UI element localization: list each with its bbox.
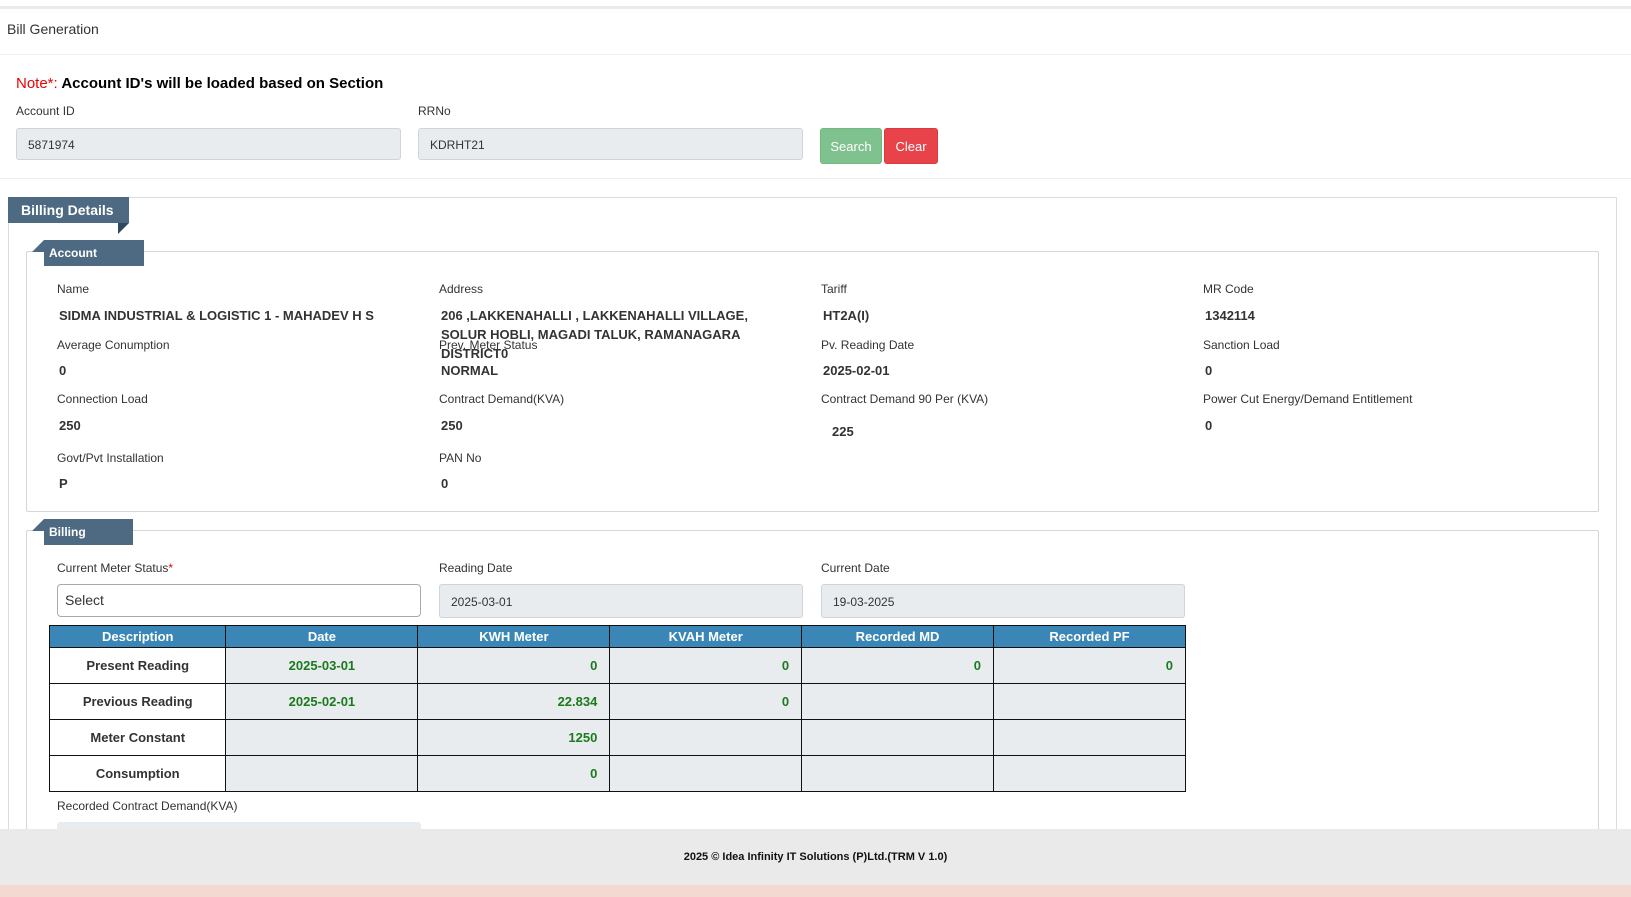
current-date-input[interactable]: 19-03-2025: [821, 584, 1185, 618]
constant-date-cell: [225, 719, 419, 756]
previous-date-cell: 2025-02-01: [225, 683, 419, 720]
page-title: Bill Generation: [7, 21, 99, 37]
page-header: Bill Generation: [0, 9, 1631, 55]
previous-kwh-cell: 22.834: [417, 683, 611, 720]
row-description: Present Reading: [48, 647, 227, 684]
pan-value: 0: [441, 476, 449, 491]
table-header: Recorded PF: [993, 625, 1186, 648]
meter-status-select[interactable]: Select: [57, 584, 421, 617]
table-row: Meter Constant 1250: [48, 719, 1186, 756]
avg-consumption-label: Average Conumption: [57, 338, 170, 352]
prev-meter-status-value: NORMAL: [441, 363, 499, 378]
contract-demand-90-label: Contract Demand 90 Per (KVA): [821, 392, 989, 406]
account-id-input[interactable]: 5871974: [16, 128, 401, 160]
sanction-load-label: Sanction Load: [1203, 338, 1280, 352]
consumption-pf-cell: [993, 755, 1186, 792]
table-header-row: Description Date KWH Meter KVAH Meter Re…: [48, 625, 1186, 648]
reading-date-input[interactable]: 2025-03-01: [439, 584, 803, 618]
name-value: SIDMA INDUSTRIAL & LOGISTIC 1 - MAHADEV …: [59, 308, 374, 323]
meter-status-label-text: Current Meter Status: [57, 561, 169, 575]
billing-details-title: Billing Details: [44, 519, 133, 565]
reading-date-label: Reading Date: [439, 561, 513, 575]
consumption-kvah-cell: [609, 755, 803, 792]
required-marker: *: [168, 561, 174, 575]
row-description: Previous Reading: [48, 683, 227, 720]
tariff-label: Tariff: [821, 282, 847, 296]
clear-button[interactable]: Clear: [884, 128, 938, 164]
present-kvah-cell[interactable]: 0: [609, 647, 803, 684]
present-pf-cell[interactable]: 0: [993, 647, 1186, 684]
current-date-label: Current Date: [821, 561, 890, 575]
billing-panel-title: Billing Details: [8, 197, 129, 223]
prev-meter-status-label: Prev. Meter Status: [439, 338, 538, 352]
avg-consumption-value: 0: [59, 363, 67, 378]
tag-notch: [32, 519, 44, 531]
power-cut-value: 0: [1205, 418, 1213, 433]
govt-pvt-label: Govt/Pvt Installation: [57, 451, 164, 465]
present-kwh-cell[interactable]: 0: [417, 647, 611, 684]
tag-notch: [32, 240, 44, 252]
sanction-load-value: 0: [1205, 363, 1213, 378]
table-header: Date: [225, 625, 419, 648]
consumption-md-cell: [801, 755, 995, 792]
previous-md-cell: [801, 683, 995, 720]
account-details-title: Account Details: [44, 240, 144, 286]
previous-kvah-cell: 0: [609, 683, 803, 720]
top-border: [0, 0, 1631, 9]
present-date-cell[interactable]: 2025-03-01: [225, 647, 419, 684]
ribbon-fold: [118, 223, 129, 234]
address-value: 206 ,LAKKENAHALLI , LAKKENAHALLI VILLAGE…: [441, 308, 748, 361]
bottom-strip: [0, 885, 1631, 897]
footer: 2025 © Idea Infinity IT Solutions (P)Ltd…: [0, 829, 1631, 885]
tariff-value: HT2A(I): [823, 308, 870, 323]
name-label: Name: [57, 282, 90, 296]
recorded-contract-demand-label: Recorded Contract Demand(KVA): [57, 799, 238, 813]
note-text: Account ID's will be loaded based on Sec…: [61, 75, 384, 92]
section-note: Note*: Account ID's will be loaded based…: [16, 75, 383, 92]
mr-code-label: MR Code: [1203, 282, 1254, 296]
constant-pf-cell: [993, 719, 1186, 756]
row-description: Consumption: [48, 755, 227, 792]
consumption-kwh-cell: 0: [417, 755, 611, 792]
account-id-label: Account ID: [16, 104, 75, 118]
power-cut-label: Power Cut Energy/Demand Entitlement: [1203, 392, 1413, 406]
connection-load-value: 250: [59, 418, 81, 433]
govt-pvt-value: P: [59, 476, 68, 491]
footer-text: 2025 © Idea Infinity IT Solutions (P)Ltd…: [683, 851, 948, 863]
table-row: Previous Reading 2025-02-01 22.834 0: [48, 683, 1186, 720]
mr-code-value: 1342114: [1205, 308, 1255, 323]
previous-pf-cell: [993, 683, 1186, 720]
contract-demand-label: Contract Demand(KVA): [439, 392, 565, 406]
table-header: Description: [48, 625, 227, 648]
pan-label: PAN No: [439, 451, 482, 465]
meter-reading-table: Description Date KWH Meter KVAH Meter Re…: [48, 625, 1186, 792]
meter-status-label: Current Meter Status*: [57, 561, 173, 575]
constant-kvah-cell: [609, 719, 803, 756]
pv-reading-date-label: Pv. Reading Date: [821, 338, 915, 352]
search-button[interactable]: Search: [820, 128, 882, 164]
pv-reading-date-value: 2025-02-01: [823, 363, 890, 378]
rrno-label: RRNo: [418, 104, 451, 118]
note-prefix: Note*:: [16, 75, 58, 92]
consumption-date-cell: [225, 755, 419, 792]
account-details-section: [26, 251, 1599, 512]
divider: [0, 178, 1631, 179]
contract-demand-value: 250: [441, 418, 463, 433]
table-header: KVAH Meter: [609, 625, 803, 648]
table-header: KWH Meter: [417, 625, 611, 648]
constant-kwh-cell: 1250: [417, 719, 611, 756]
connection-load-label: Connection Load: [57, 392, 148, 406]
constant-md-cell: [801, 719, 995, 756]
rrno-input[interactable]: KDRHT21: [418, 128, 803, 160]
row-description: Meter Constant: [48, 719, 227, 756]
table-header: Recorded MD: [801, 625, 995, 648]
address-label: Address: [439, 282, 484, 296]
present-md-cell[interactable]: 0: [801, 647, 995, 684]
contract-demand-90-value: 225: [832, 424, 854, 439]
table-row: Present Reading 2025-03-01 0 0 0 0: [48, 647, 1186, 684]
table-row: Consumption 0: [48, 755, 1186, 792]
